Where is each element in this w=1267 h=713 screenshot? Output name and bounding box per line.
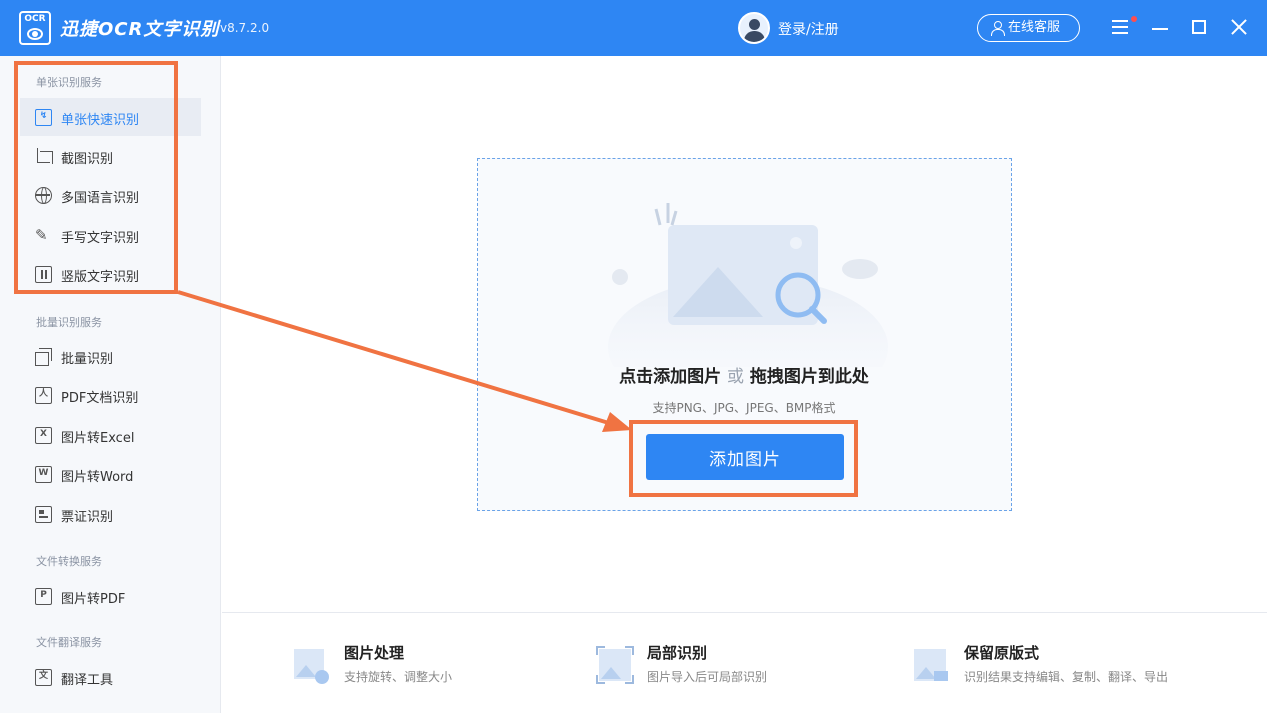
app-title: 迅捷OCR文字识别 bbox=[60, 19, 220, 40]
sidebar-item-image-to-pdf[interactable]: P 图片转PDF bbox=[20, 577, 201, 615]
stack-icon bbox=[35, 348, 52, 366]
sidebar-item-label: 图片转Word bbox=[61, 470, 134, 485]
section-title-convert: 文件转换服务 bbox=[36, 555, 102, 568]
upload-illustration-icon bbox=[608, 203, 888, 367]
sidebar-item-word[interactable]: W 图片转Word bbox=[20, 455, 201, 493]
feature-title: 局部识别 bbox=[647, 644, 708, 662]
feature-title: 保留原版式 bbox=[964, 644, 1040, 662]
feature-desc: 图片导入后可局部识别 bbox=[647, 670, 768, 684]
pdf-icon: 人 bbox=[35, 387, 52, 404]
supported-formats: 支持PNG、JPG、JPEG、BMP格式 bbox=[652, 401, 836, 415]
logo-text: OCR bbox=[24, 14, 46, 24]
sidebar-item-pdf[interactable]: 人 PDF文档识别 bbox=[20, 376, 201, 414]
feature-desc: 识别结果支持编辑、复制、翻译、导出 bbox=[964, 670, 1169, 684]
menu-icon[interactable] bbox=[1112, 20, 1128, 34]
feature-strip: 图片处理 支持旋转、调整大小 局部识别 图片导入后可局部识别 保留原版式 识别结… bbox=[222, 612, 1267, 713]
excel-icon: X bbox=[35, 427, 52, 444]
login-register-link[interactable]: 登录/注册 bbox=[778, 19, 839, 39]
sidebar-item-label: 票证识别 bbox=[61, 510, 114, 525]
maximize-icon[interactable] bbox=[1192, 20, 1206, 34]
card-icon bbox=[35, 506, 52, 523]
sidebar-item-label: 翻译工具 bbox=[61, 673, 114, 688]
or-text: 或 bbox=[727, 367, 744, 387]
minimize-icon[interactable] bbox=[1152, 28, 1168, 30]
word-icon: W bbox=[35, 466, 52, 483]
translate-icon: 文 bbox=[35, 669, 52, 686]
upload-instruction: 点击添加图片 或 拖拽图片到此处 bbox=[478, 362, 1010, 387]
partial-recognize-icon bbox=[596, 646, 634, 684]
sidebar-item-label: 批量识别 bbox=[61, 352, 114, 367]
sidebar-item-label: 图片转Excel bbox=[61, 431, 135, 446]
annotation-highlight-sidebar bbox=[14, 61, 178, 294]
person-icon bbox=[991, 21, 1005, 36]
keep-layout-icon bbox=[914, 649, 948, 681]
online-service-label: 在线客服 bbox=[1008, 20, 1061, 35]
section-title-batch: 批量识别服务 bbox=[36, 316, 102, 329]
pdf-convert-icon: P bbox=[35, 588, 52, 605]
avatar[interactable] bbox=[738, 12, 770, 44]
feature-title: 图片处理 bbox=[344, 644, 405, 662]
app-version: v8.7.2.0 bbox=[220, 21, 270, 35]
notification-dot bbox=[1131, 16, 1137, 22]
image-process-icon bbox=[294, 649, 329, 684]
sidebar-item-label: PDF文档识别 bbox=[61, 391, 139, 406]
drag-here-text: 拖拽图片到此处 bbox=[749, 367, 869, 387]
title-bar: OCR 迅捷OCR文字识别 v8.7.2.0 登录/注册 在线客服 bbox=[0, 0, 1267, 56]
online-service-button[interactable]: 在线客服 bbox=[977, 14, 1080, 42]
sidebar-item-translate[interactable]: 文 翻译工具 bbox=[20, 658, 201, 696]
annotation-highlight-button bbox=[629, 420, 858, 497]
app-logo-icon: OCR bbox=[19, 11, 51, 45]
close-icon[interactable] bbox=[1230, 18, 1248, 36]
sidebar-item-label: 图片转PDF bbox=[61, 592, 126, 607]
click-add-text: 点击添加图片 bbox=[619, 367, 722, 387]
sidebar-item-batch[interactable]: 批量识别 bbox=[20, 337, 201, 375]
sidebar-item-excel[interactable]: X 图片转Excel bbox=[20, 416, 201, 454]
section-title-translate: 文件翻译服务 bbox=[36, 636, 102, 649]
feature-desc: 支持旋转、调整大小 bbox=[344, 670, 453, 684]
sidebar-item-ticket[interactable]: 票证识别 bbox=[20, 495, 201, 533]
